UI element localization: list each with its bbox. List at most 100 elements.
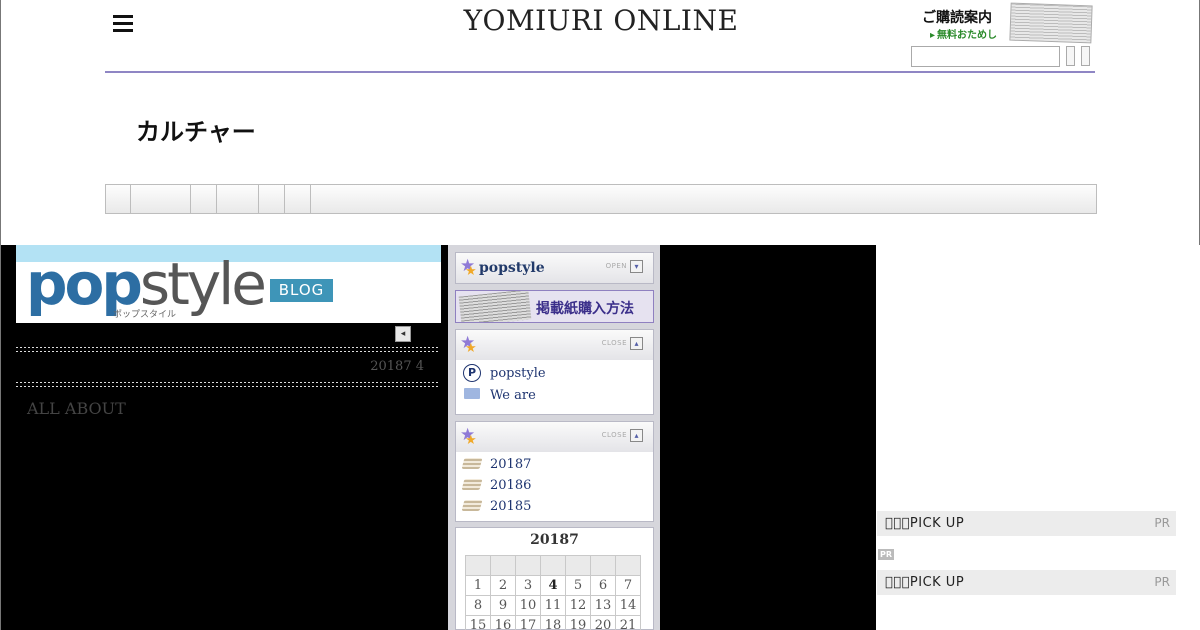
nav-tab[interactable] — [285, 185, 311, 213]
calendar-day: 14 — [615, 595, 641, 616]
pr-label: PR — [1154, 575, 1170, 589]
menu-icon[interactable] — [113, 15, 133, 33]
prev-arrow-icon[interactable]: ◂ — [395, 326, 411, 342]
calendar-weekday-row — [465, 555, 641, 576]
blog-badge: BLOG — [270, 279, 333, 302]
blog-logo-kana: ポップスタイル — [113, 310, 177, 320]
blog-logo: popstyle — [26, 253, 267, 315]
sidebar-link-popstyle[interactable]: P popstyle — [456, 362, 653, 384]
menu-bar — [113, 29, 133, 32]
calendar-day: 9 — [490, 595, 516, 616]
calendar-day: 10 — [515, 595, 541, 616]
nav-tab[interactable] — [131, 185, 191, 213]
category-nav-bar — [105, 184, 1097, 214]
calendar-day: 2 — [490, 575, 516, 596]
promo-title: ご購読案内 — [922, 10, 992, 26]
calendar-week-row: 8 9 10 11 12 13 14 — [465, 595, 641, 616]
pr-label: PR — [1154, 516, 1170, 530]
star-icon: ★ — [460, 427, 477, 450]
calendar-day: 1 — [465, 575, 491, 596]
calendar-day: 15 — [465, 615, 491, 630]
weekday-cell — [590, 555, 616, 576]
weekday-cell — [465, 555, 491, 576]
widget-toggle-label: OPEN — [605, 262, 627, 270]
calendar-day: 8 — [465, 595, 491, 616]
calendar-widget: 20187 1 2 3 4 5 6 7 8 9 10 11 12 13 14 1… — [455, 527, 654, 630]
books-icon — [460, 457, 484, 473]
widget-toggle-label: CLOSE — [601, 431, 627, 439]
promo-subtitle: 無料おためし — [930, 26, 997, 41]
chevron-up-icon[interactable]: ▴ — [630, 337, 643, 350]
search-option-button[interactable] — [1081, 46, 1090, 66]
search-input[interactable] — [911, 46, 1060, 67]
calendar-day: 21 — [615, 615, 641, 630]
archive-item[interactable]: 20187 — [456, 454, 653, 475]
nav-tab[interactable] — [217, 185, 259, 213]
dotted-divider — [16, 382, 440, 387]
p-circle-icon: P — [460, 364, 484, 382]
archive-item[interactable]: 20186 — [456, 475, 653, 496]
post-date: 20187 4 — [370, 359, 424, 374]
folder-icon — [460, 387, 484, 403]
buy-paper-banner[interactable]: 掲載紙購入方法 — [455, 290, 654, 323]
archive-label: 20186 — [490, 478, 532, 493]
header-divider — [105, 71, 1095, 73]
pr-badge: PR — [878, 549, 894, 560]
pickup-header:    PICK UP PR — [877, 570, 1176, 595]
weekday-cell — [565, 555, 591, 576]
widget-header: ★ popstyle OPEN ▾ — [456, 253, 653, 283]
calendar-day: 11 — [540, 595, 566, 616]
calendar-day: 6 — [590, 575, 616, 596]
profile-widget: ★ popstyle OPEN ▾ — [455, 252, 654, 284]
widget-header: ★ CLOSE ▴ — [456, 330, 653, 360]
calendar-title: 20187 — [530, 532, 579, 548]
weekday-cell — [490, 555, 516, 576]
calendar-day: 5 — [565, 575, 591, 596]
star-icon: ★ — [460, 335, 477, 358]
pickup-title:    PICK UP — [885, 575, 965, 590]
star-icon: ★ — [460, 258, 477, 281]
weekday-cell — [515, 555, 541, 576]
calendar-week-row: 15 16 17 18 19 20 21 — [465, 615, 641, 630]
calendar-day: 20 — [590, 615, 616, 630]
calendar-day: 7 — [615, 575, 641, 596]
menu-bar — [113, 15, 133, 18]
nav-tab[interactable] — [106, 185, 131, 213]
nav-tab[interactable] — [259, 185, 285, 213]
newspaper-image — [458, 291, 532, 322]
calendar-day: 3 — [515, 575, 541, 596]
blog-banner[interactable]: popstyle BLOG ポップスタイル — [16, 245, 441, 323]
calendar-day-linked[interactable]: 4 — [540, 575, 566, 596]
books-icon — [460, 499, 484, 515]
archive-label: 20187 — [490, 457, 532, 472]
calendar-grid: 1 2 3 4 5 6 7 8 9 10 11 12 13 14 15 16 1… — [465, 555, 641, 630]
pickup-title:    PICK UP — [885, 516, 965, 531]
dotted-divider — [16, 347, 440, 352]
archive-widget: ★ CLOSE ▴ 20187 20186 20185 — [455, 421, 654, 522]
calendar-day: 12 — [565, 595, 591, 616]
menu-bar — [113, 22, 133, 25]
subscription-promo[interactable]: ご購読案内 無料おためし — [922, 2, 1094, 44]
chevron-down-icon[interactable]: ▾ — [630, 260, 643, 273]
sidebar-link-we-are[interactable]: We are — [456, 384, 653, 406]
nav-tab[interactable] — [191, 185, 217, 213]
search-button[interactable] — [1066, 46, 1075, 66]
section-title: カルチャー — [136, 118, 256, 146]
widget-header: ★ CLOSE ▴ — [456, 422, 653, 452]
archive-item[interactable]: 20185 — [456, 496, 653, 517]
calendar-day: 13 — [590, 595, 616, 616]
calendar-day: 18 — [540, 615, 566, 630]
calendar-day: 19 — [565, 615, 591, 630]
calendar-day: 16 — [490, 615, 516, 630]
sidebar-link-label: We are — [490, 387, 536, 403]
site-logo[interactable]: YOMIURI ONLINE — [453, 4, 749, 37]
buy-paper-label: 掲載紙購入方法 — [536, 301, 634, 317]
widget-toggle-label: CLOSE — [601, 339, 627, 347]
weekday-cell — [615, 555, 641, 576]
chevron-up-icon[interactable]: ▴ — [630, 429, 643, 442]
weekday-cell — [540, 555, 566, 576]
pickup-header:    PICK UP PR — [877, 511, 1176, 536]
books-icon — [460, 478, 484, 494]
widget-title[interactable]: popstyle — [479, 260, 545, 276]
calendar-day: 17 — [515, 615, 541, 630]
